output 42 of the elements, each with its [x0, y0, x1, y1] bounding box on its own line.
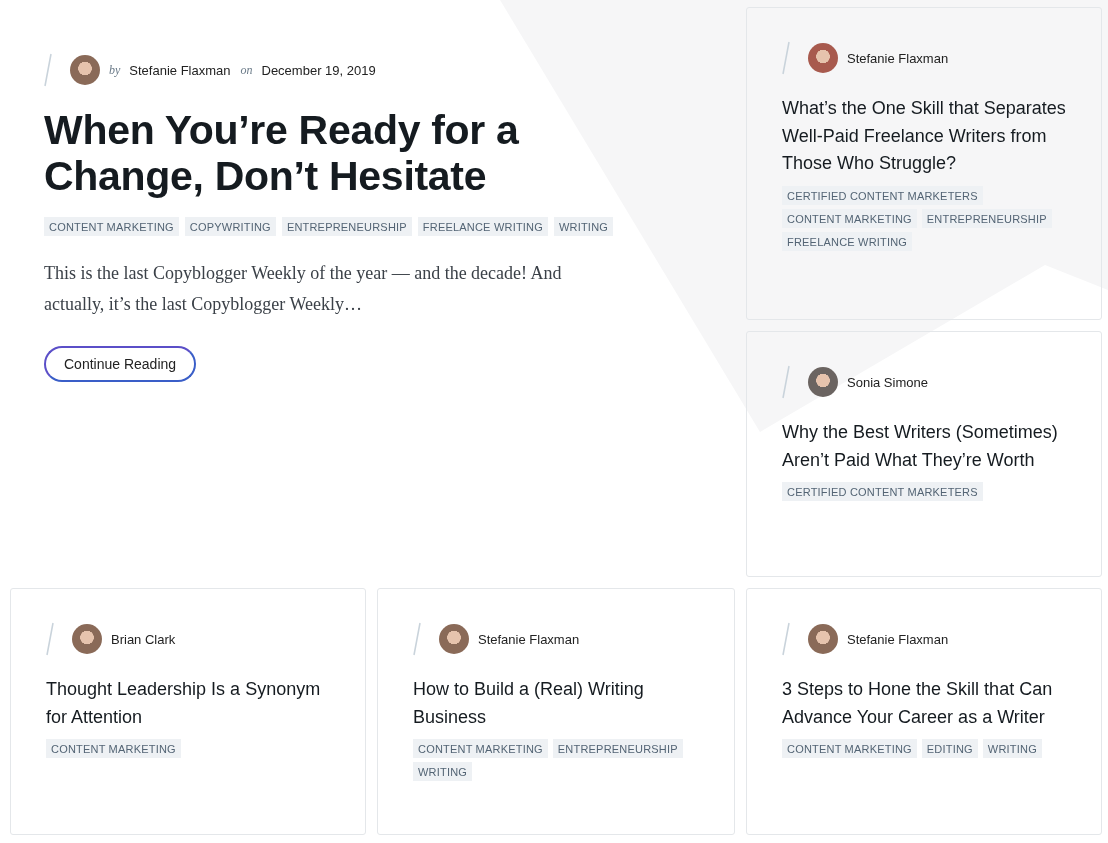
- post-date: December 19, 2019: [261, 62, 376, 78]
- avatar-image: [70, 55, 100, 85]
- avatar-image: [72, 624, 102, 654]
- tag-link[interactable]: CONTENT MARKETING: [782, 739, 917, 758]
- author-link[interactable]: Sonia Simone: [847, 374, 928, 390]
- avatar-image: [439, 624, 469, 654]
- author-link[interactable]: Brian Clark: [111, 631, 176, 647]
- author-link[interactable]: Stefanie Flaxman: [478, 631, 580, 647]
- tag-link[interactable]: CERTIFIED CONTENT MARKETERS: [782, 482, 983, 501]
- slash-icon: [782, 365, 790, 399]
- post-title[interactable]: What’s the One Skill that Separates Well-Paid Freelance Writers from Those Who Struggle?: [782, 95, 1067, 178]
- tag-link[interactable]: CONTENT MARKETING: [44, 217, 179, 236]
- tag-link[interactable]: ENTREPRENEURSHIP: [552, 739, 683, 758]
- author-link[interactable]: Stefanie Flaxman: [129, 62, 231, 78]
- post-title[interactable]: Why the Best Writers (Sometimes) Aren’t Paid What They’re Worth: [782, 419, 1067, 474]
- by-label: by: [109, 62, 121, 78]
- tag-link[interactable]: CONTENT MARKETING: [46, 739, 181, 758]
- avatar-image: [808, 624, 838, 654]
- continue-reading-button[interactable]: Continue Reading: [44, 346, 197, 382]
- slash-icon: [413, 622, 421, 656]
- slash-icon: [46, 622, 54, 656]
- on-label: on: [240, 62, 253, 78]
- tag-link[interactable]: WRITING: [413, 762, 473, 781]
- post-title[interactable]: 3 Steps to Hone the Skill that Can Advance Your Career as a Writer: [782, 676, 1067, 731]
- author-link[interactable]: Stefanie Flaxman: [847, 631, 949, 647]
- tag-link[interactable]: EDITING: [921, 739, 978, 758]
- post-excerpt: This is the last Copyblogger Weekly of the year — and the decade! And actually, it’s the last Copyblogger Weekly…: [44, 262, 563, 316]
- tag-link[interactable]: WRITING: [553, 217, 614, 236]
- slash-icon: [782, 622, 790, 656]
- tag-link[interactable]: CERTIFIED CONTENT MARKETERS: [782, 185, 983, 205]
- post-title[interactable]: How to Build a (Real) Writing Business: [413, 676, 698, 731]
- tag-link[interactable]: FREELANCE WRITING: [417, 217, 548, 236]
- post-title[interactable]: Thought Leadership Is a Synonym for Attention: [46, 676, 331, 731]
- author-link[interactable]: Stefanie Flaxman: [847, 50, 949, 66]
- slash-icon: [44, 53, 52, 87]
- tag-link[interactable]: ENTREPRENEURSHIP: [281, 217, 412, 236]
- tag-link[interactable]: COPYWRITING: [184, 217, 276, 236]
- tag-link[interactable]: CONTENT MARKETING: [782, 208, 917, 228]
- tag-link[interactable]: WRITING: [982, 739, 1042, 758]
- tag-link[interactable]: CONTENT MARKETING: [413, 739, 548, 758]
- slash-icon: [782, 41, 790, 75]
- post-title[interactable]: When You’re Ready for a Change, Don’t Hesitate: [44, 107, 604, 199]
